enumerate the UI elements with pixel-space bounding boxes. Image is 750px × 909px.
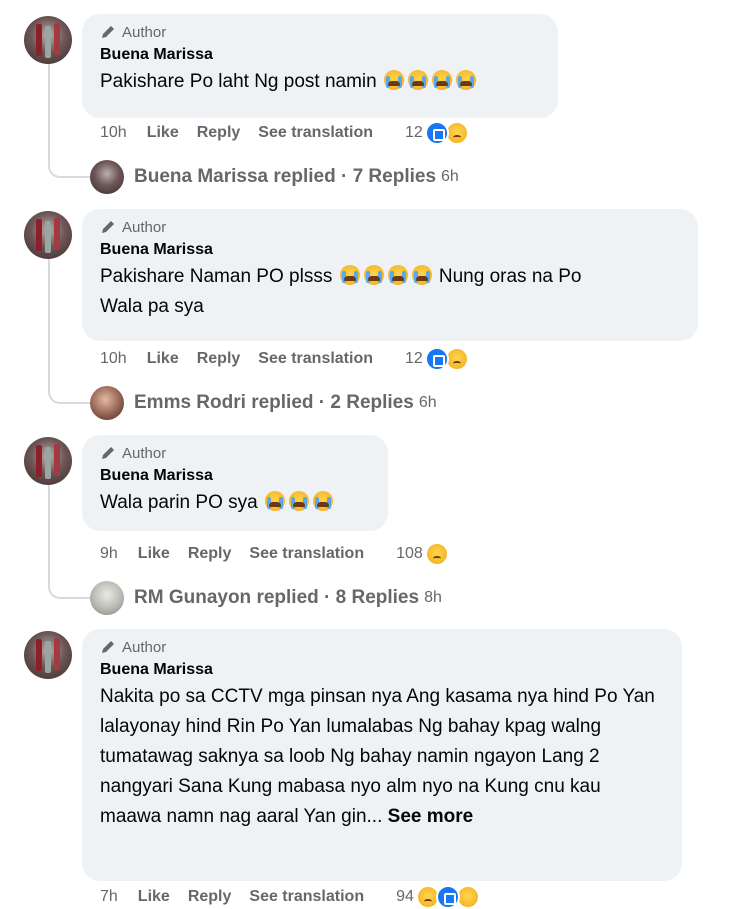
- reply-button[interactable]: Reply: [188, 545, 232, 563]
- replies-summary: Buena Marissa replied · 7 Replies: [134, 166, 437, 187]
- avatar: [90, 386, 124, 420]
- crying-emoji-icon: [312, 491, 333, 511]
- author-badge: Author: [100, 638, 664, 656]
- comment-time[interactable]: 7h: [100, 888, 118, 906]
- reaction-summary[interactable]: 12: [405, 347, 469, 371]
- reply-button[interactable]: Reply: [188, 888, 232, 906]
- comment-text: Pakishare Po laht Ng post namin: [100, 67, 540, 97]
- like-reaction-icon: [424, 121, 449, 145]
- commenter-name[interactable]: Buena Marissa: [100, 241, 680, 261]
- view-replies-link[interactable]: RM Gunayon replied · 8 Replies 8h: [90, 580, 442, 616]
- comment-actions: 9h Like Reply See translation 108: [100, 542, 449, 566]
- comment-text: Wala parin PO sya: [100, 488, 370, 518]
- reaction-count: 12: [405, 350, 423, 367]
- reply-button[interactable]: Reply: [197, 124, 241, 142]
- crying-emoji-icon: [339, 265, 360, 285]
- like-button[interactable]: Like: [147, 124, 179, 142]
- author-badge: Author: [100, 218, 680, 236]
- comment-bubble: Author Buena Marissa Nakita po sa CCTV m…: [82, 629, 682, 881]
- comment-bubble: Author Buena Marissa Pakishare Naman PO …: [82, 209, 698, 341]
- reply-button[interactable]: Reply: [197, 350, 241, 368]
- commenter-name[interactable]: Buena Marissa: [100, 467, 370, 487]
- crying-emoji-icon: [387, 265, 408, 285]
- avatar[interactable]: [24, 631, 72, 679]
- author-badge-label: Author: [122, 638, 167, 656]
- reaction-count: 108: [396, 545, 423, 562]
- replies-time: 6h: [441, 168, 459, 185]
- pencil-icon: [102, 26, 114, 38]
- author-badge-label: Author: [122, 218, 167, 236]
- author-badge-label: Author: [122, 444, 167, 462]
- crying-emoji-icon: [408, 70, 428, 90]
- like-button[interactable]: Like: [147, 350, 179, 368]
- see-translation-button[interactable]: See translation: [249, 888, 364, 906]
- author-badge-label: Author: [122, 23, 167, 41]
- comment-bubble: Author Buena Marissa Wala parin PO sya: [82, 435, 388, 531]
- crying-emoji-icon: [264, 491, 285, 511]
- avatar[interactable]: [24, 16, 72, 64]
- pencil-icon: [102, 221, 114, 233]
- avatar: [90, 581, 124, 615]
- author-badge: Author: [100, 23, 540, 41]
- comment-bubble: Author Buena Marissa Pakishare Po laht N…: [82, 14, 558, 118]
- commenter-name[interactable]: Buena Marissa: [100, 46, 540, 66]
- reaction-summary[interactable]: 94: [396, 885, 480, 909]
- like-button[interactable]: Like: [138, 888, 170, 906]
- replies-time: 8h: [424, 589, 442, 606]
- view-replies-link[interactable]: Buena Marissa replied · 7 Replies 6h: [90, 159, 459, 195]
- comment-actions: 10h Like Reply See translation 12: [100, 121, 469, 145]
- like-reaction-icon: [435, 885, 460, 909]
- see-translation-button[interactable]: See translation: [258, 124, 373, 142]
- replies-summary: RM Gunayon replied · 8 Replies: [134, 587, 420, 608]
- crying-emoji-icon: [411, 265, 432, 285]
- replies-time: 6h: [418, 394, 437, 411]
- like-button[interactable]: Like: [138, 545, 170, 563]
- see-more-link[interactable]: See more: [388, 806, 474, 827]
- replies-summary: Emms Rodri replied · 2 Replies: [134, 392, 414, 413]
- avatar[interactable]: [24, 211, 72, 259]
- reply-connector: [48, 485, 90, 599]
- reply-connector: [48, 64, 90, 178]
- crying-emoji-icon: [363, 265, 384, 285]
- reaction-summary[interactable]: 12: [405, 121, 469, 145]
- reply-connector: [48, 259, 90, 404]
- avatar[interactable]: [24, 437, 72, 485]
- comment-text: Pakishare Naman PO plsss Nung oras na Po…: [100, 265, 582, 317]
- reaction-summary[interactable]: 108: [396, 542, 449, 566]
- comment-time[interactable]: 9h: [100, 545, 118, 563]
- view-replies-link[interactable]: Emms Rodri replied · 2 Replies 6h: [90, 385, 437, 421]
- avatar: [90, 160, 124, 194]
- comment-time[interactable]: 10h: [100, 350, 127, 368]
- comment-time[interactable]: 10h: [100, 124, 127, 142]
- see-translation-button[interactable]: See translation: [249, 545, 364, 563]
- crying-emoji-icon: [288, 491, 309, 511]
- reaction-count: 12: [405, 124, 423, 141]
- reaction-count: 94: [396, 888, 414, 905]
- pencil-icon: [102, 641, 114, 653]
- crying-emoji-icon: [456, 70, 476, 90]
- see-translation-button[interactable]: See translation: [258, 350, 373, 368]
- crying-emoji-icon: [432, 70, 452, 90]
- author-badge: Author: [100, 444, 370, 462]
- sad-reaction-icon: [424, 542, 449, 566]
- commenter-name[interactable]: Buena Marissa: [100, 661, 664, 681]
- comment-actions: 10h Like Reply See translation 12: [100, 347, 469, 371]
- pencil-icon: [102, 447, 114, 459]
- crying-emoji-icon: [384, 70, 404, 90]
- comment-text: Nakita po sa CCTV mga pinsan nya Ang kas…: [100, 686, 661, 827]
- like-reaction-icon: [424, 347, 449, 371]
- comment-actions: 7h Like Reply See translation 94: [100, 885, 480, 909]
